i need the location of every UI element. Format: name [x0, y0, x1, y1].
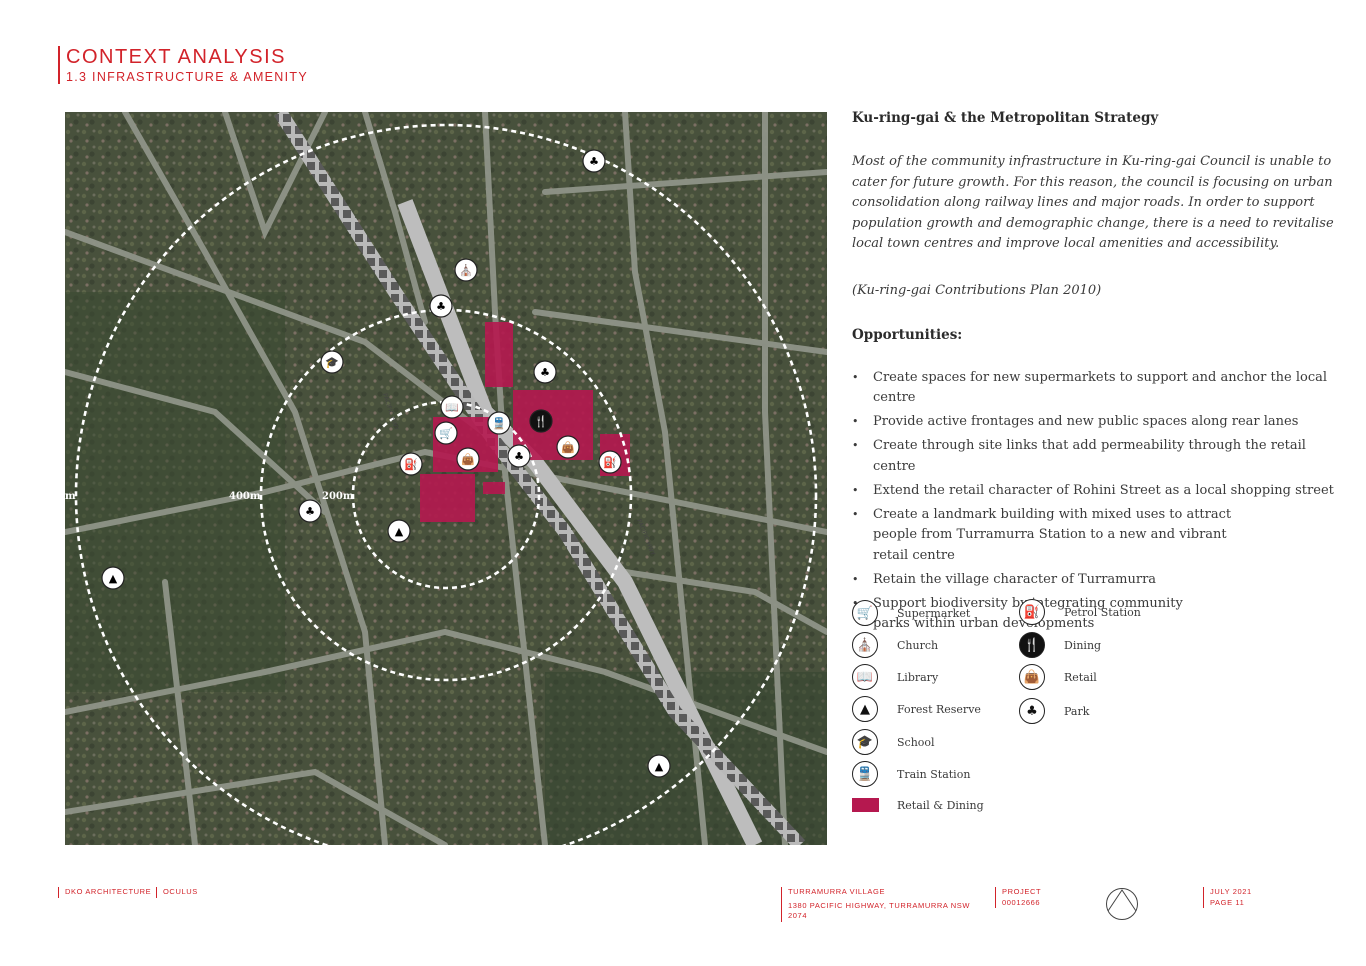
retail-icon: 👜 — [456, 447, 480, 471]
svg-text:🍴: 🍴 — [534, 415, 548, 428]
strategy-title: Ku-ring-gai & the Metropolitan Strategy — [852, 110, 1159, 126]
school-icon: 🎓 — [852, 729, 878, 755]
footer-page-number: PAGE 11 — [1210, 897, 1245, 907]
retail-icon: 👜 — [556, 435, 580, 459]
footer-project: PROJECT 00012666 — [995, 887, 1041, 908]
park-icon: ♣ — [533, 360, 557, 384]
footer-date-page: JULY 2021 PAGE 11 — [1203, 887, 1252, 908]
legend-school: 🎓 School — [852, 729, 935, 755]
opportunities-list: Create spaces for new supermarkets to su… — [852, 368, 1342, 635]
legend-petrol-station: ⛽ Petrol Station — [1019, 599, 1141, 625]
list-item: Create through site links that add perme… — [852, 436, 1342, 477]
forest-reserve-icon: ▲ — [852, 696, 878, 722]
strategy-citation: (Ku-ring-gai Contributions Plan 2010) — [852, 282, 1102, 298]
legend-library: 📖 Library — [852, 664, 938, 690]
svg-text:▲: ▲ — [655, 760, 664, 773]
page-header: CONTEXT ANALYSIS 1.3 INFRASTRUCTURE & AM… — [58, 46, 308, 84]
context-map: 400m 200m m PACIFIC HWY PACIFIC HWY ♣ ⛪ … — [65, 112, 827, 845]
strategy-panel: Ku-ring-gai & the Metropolitan Strategy … — [852, 110, 1342, 638]
footer-partner: OCULUS — [156, 887, 198, 898]
map-legend: 🛒 Supermarket ⛪ Church 📖 Library ▲ Forest Re… — [852, 598, 1212, 828]
svg-text:▲: ▲ — [395, 525, 404, 538]
petrol-station-icon: ⛽ — [1019, 599, 1045, 625]
forest-reserve-icon: ▲ — [387, 519, 411, 543]
retail-icon: 👜 — [1019, 664, 1045, 690]
park-icon: ♣ — [507, 444, 531, 468]
svg-text:🎓: 🎓 — [325, 356, 339, 369]
svg-text:👜: 👜 — [561, 441, 575, 454]
svg-text:📖: 📖 — [445, 401, 459, 414]
footer-firm: DKO ARCHITECTURE — [58, 887, 151, 898]
opportunities-heading: Opportunities: — [852, 326, 963, 343]
legend-retail-dining: Retail & Dining — [852, 798, 984, 812]
forest-reserve-icon: ▲ — [647, 754, 671, 778]
legend-park: ♣ Park — [1019, 698, 1089, 724]
ring-label-200m: 200m — [322, 491, 354, 502]
page-subtitle: 1.3 INFRASTRUCTURE & AMENITY — [66, 70, 308, 84]
legend-dining: 🍴 Dining — [1019, 632, 1101, 658]
dining-icon: 🍴 — [1019, 632, 1045, 658]
train-station-icon: 🚆 — [852, 761, 878, 787]
forest-reserve-icon: ▲ — [101, 566, 125, 590]
svg-text:🛒: 🛒 — [439, 427, 453, 440]
footer-address: 1380 PACIFIC HIGHWAY, TURRAMURRA NSW 207… — [788, 900, 971, 921]
park-icon: ♣ — [1019, 698, 1045, 724]
page-title: CONTEXT ANALYSIS — [66, 46, 286, 68]
svg-text:♣: ♣ — [540, 366, 550, 379]
list-item: Retain the village character of Turramur… — [852, 570, 1342, 591]
svg-text:♣: ♣ — [305, 505, 315, 518]
supermarket-icon: 🛒 — [434, 421, 458, 445]
legend-forest-reserve: ▲ Forest Reserve — [852, 696, 981, 722]
svg-text:♣: ♣ — [514, 450, 524, 463]
strategy-intro: Most of the community infrastructure in … — [852, 154, 1334, 252]
library-icon: 📖 — [440, 395, 464, 419]
legend-train-station: 🚆 Train Station — [852, 761, 970, 787]
supermarket-icon: 🛒 — [852, 600, 878, 626]
footer-project-info: TURRAMURRA VILLAGE 1380 PACIFIC HIGHWAY,… — [781, 887, 978, 922]
church-icon: ⛪ — [454, 258, 478, 282]
svg-text:♣: ♣ — [436, 300, 446, 313]
park-icon: ♣ — [429, 294, 453, 318]
ring-label-edge: m — [65, 491, 76, 502]
svg-text:⛽: ⛽ — [404, 458, 418, 471]
list-item: Provide active frontages and new public … — [852, 412, 1342, 433]
svg-text:⛽: ⛽ — [603, 456, 617, 469]
retail-dining-swatch — [852, 798, 879, 812]
petrol-station-icon: ⛽ — [598, 450, 622, 474]
train-station-icon: 🚆 — [487, 411, 511, 435]
library-icon: 📖 — [852, 664, 878, 690]
school-icon: 🎓 — [320, 350, 344, 374]
church-icon: ⛪ — [852, 632, 878, 658]
svg-text:▲: ▲ — [109, 572, 118, 585]
park-icon: ♣ — [582, 149, 606, 173]
legend-church: ⛪ Church — [852, 632, 938, 658]
footer-project-name: TURRAMURRA VILLAGE — [788, 887, 886, 896]
svg-text:⛪: ⛪ — [459, 263, 473, 277]
list-item: Extend the retail character of Rohini St… — [852, 481, 1342, 502]
ring-label-400m: 400m — [229, 491, 261, 502]
dining-icon: 🍴 — [529, 409, 553, 433]
legend-retail: 👜 Retail — [1019, 664, 1097, 690]
list-item: Create a landmark building with mixed us… — [852, 505, 1342, 567]
svg-text:♣: ♣ — [589, 155, 599, 168]
footer-date: JULY 2021 — [1210, 887, 1252, 896]
logo-mark — [1106, 888, 1138, 920]
legend-supermarket: 🛒 Supermarket — [852, 600, 970, 626]
park-icon: ♣ — [298, 499, 322, 523]
svg-text:🚆: 🚆 — [492, 417, 506, 430]
list-item: Create spaces for new supermarkets to su… — [852, 368, 1342, 409]
svg-text:👜: 👜 — [461, 453, 475, 466]
petrol-station-icon: ⛽ — [399, 452, 423, 476]
